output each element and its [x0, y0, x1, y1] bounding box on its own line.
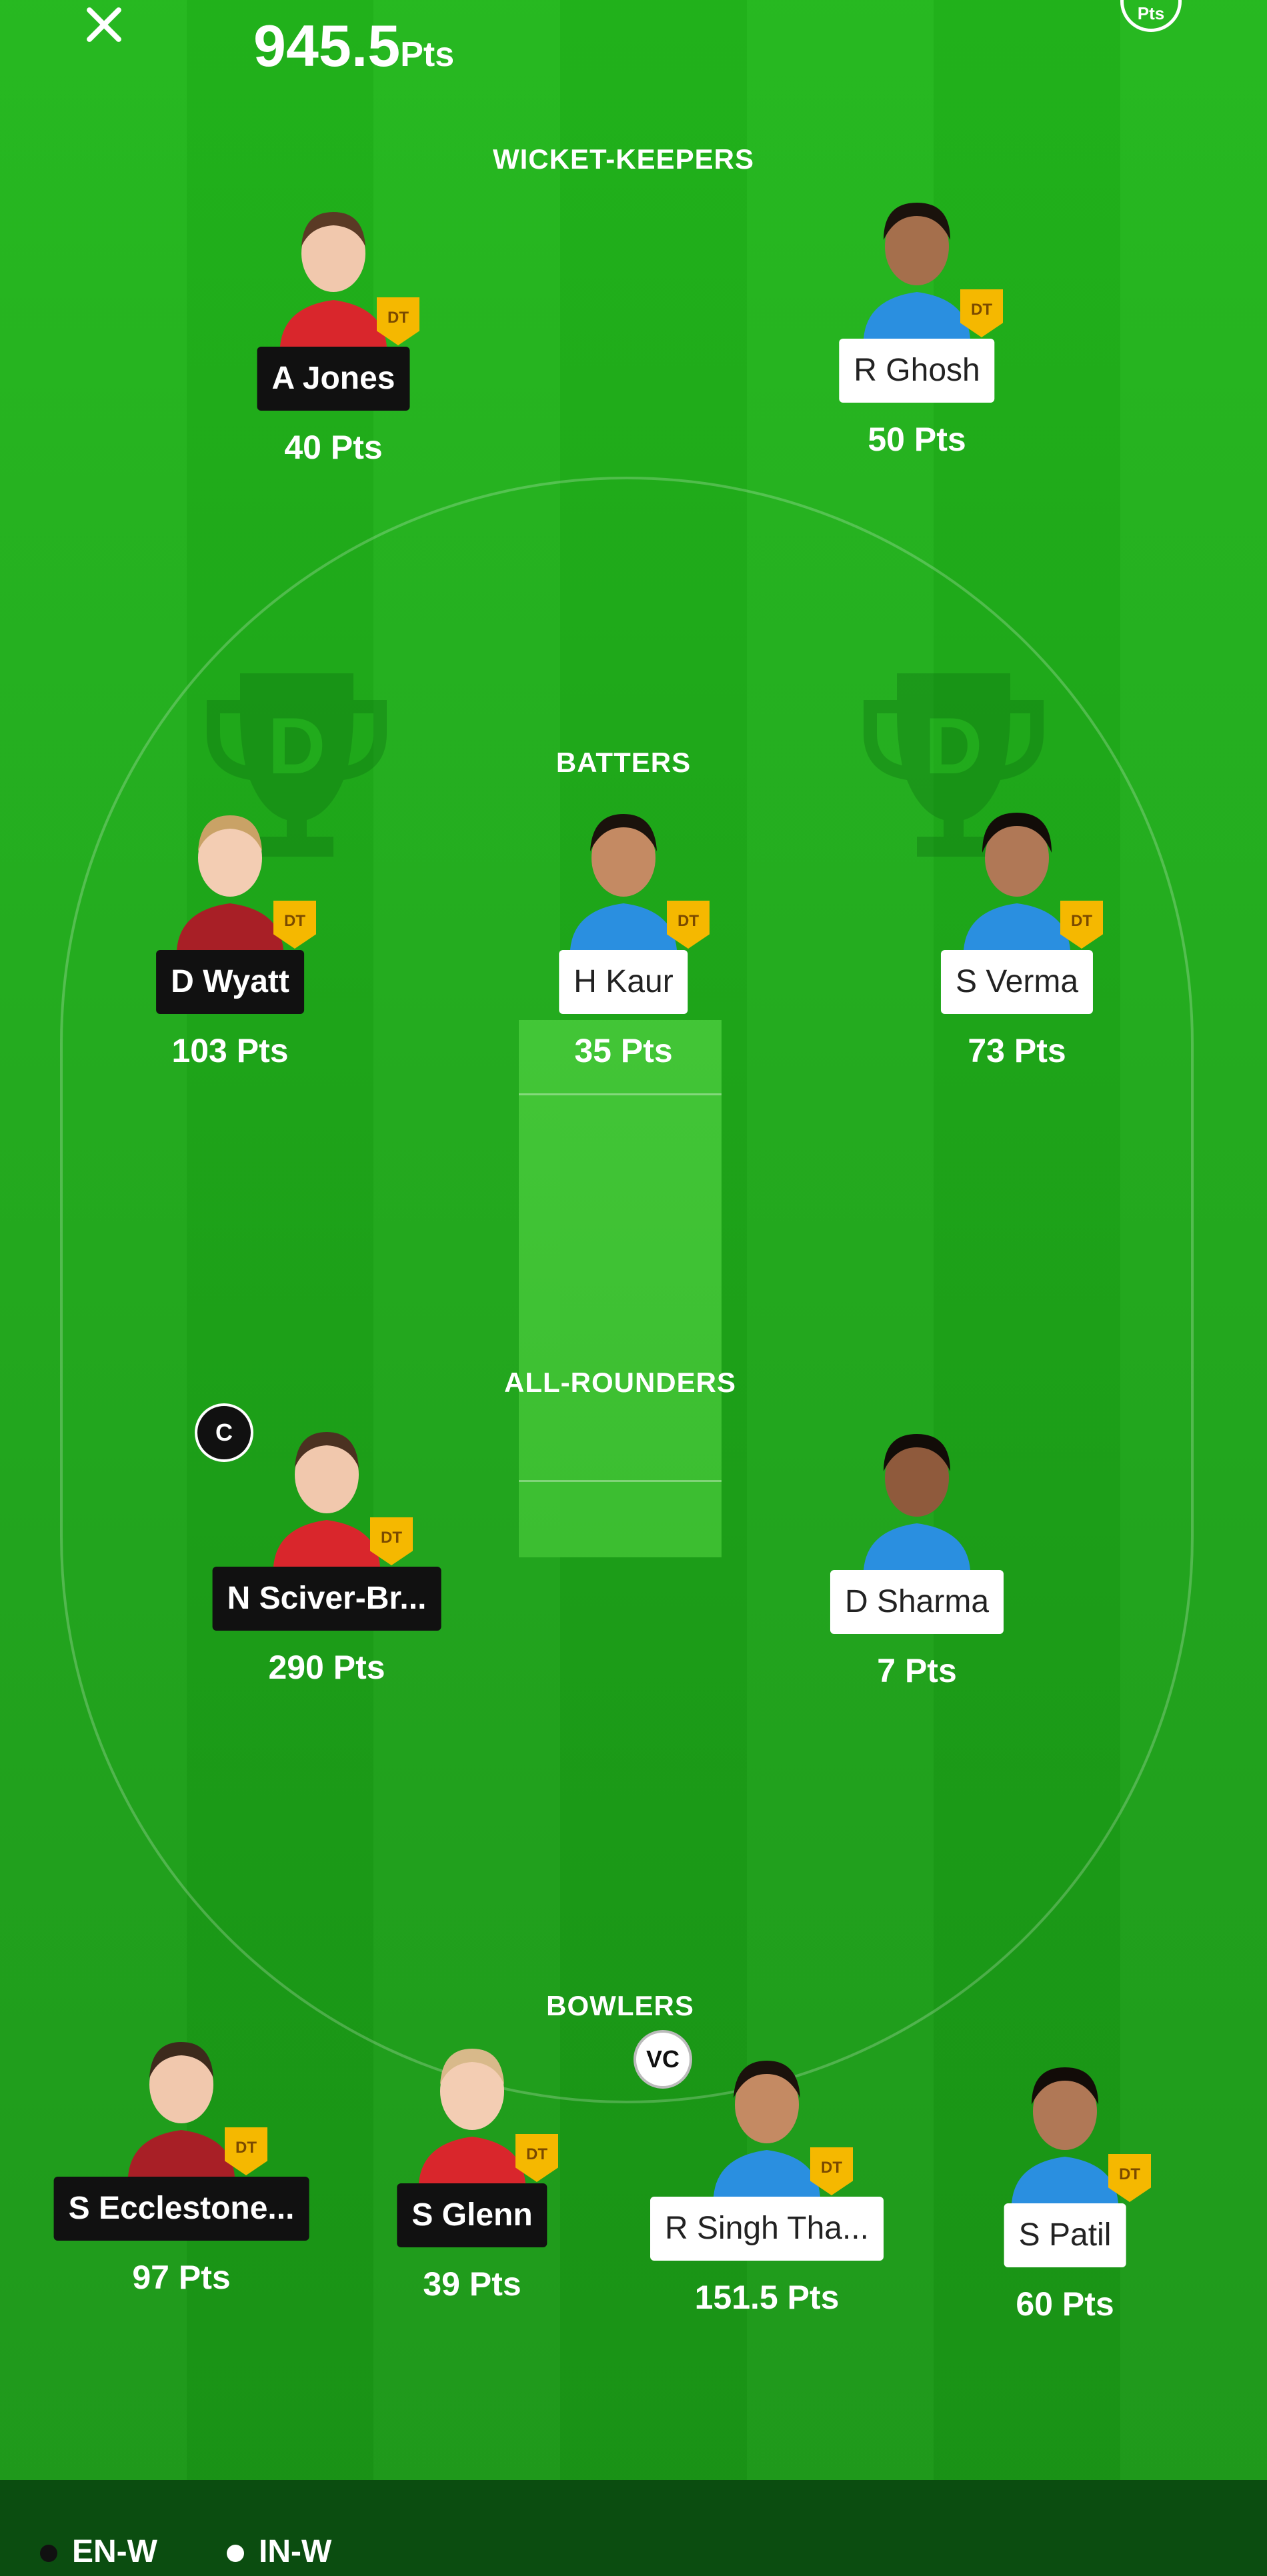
player-name: R Ghosh — [839, 339, 995, 403]
team-color-dot — [227, 2545, 244, 2563]
player-avatar — [128, 2042, 235, 2177]
vice-captain-badge: VC — [634, 2030, 692, 2089]
player-name: S Ecclestone... — [53, 2177, 309, 2241]
captain-badge: C — [195, 1403, 253, 1462]
player-card-s-glenn[interactable]: DT S Glenn 39 Pts — [325, 2043, 619, 2310]
player-points: 73 Pts — [968, 1032, 1066, 1069]
section-bowlers: BOWLERS — [546, 1990, 694, 2021]
player-avatar — [964, 813, 1070, 950]
player-name: H Kaur — [559, 950, 688, 1014]
player-card-s-ecclestone[interactable]: DT S Ecclestone... 97 Pts — [35, 2037, 328, 2303]
section-all-rounders: ALL-ROUNDERS — [504, 1367, 736, 1398]
team-legend-label: IN-W — [259, 2534, 332, 2569]
team-legend-label: EN-W — [72, 2534, 157, 2569]
player-avatar — [714, 2061, 820, 2197]
player-card-d-sharma[interactable]: D Sharma 7 Pts — [770, 1430, 1064, 1697]
player-avatar — [419, 2049, 525, 2183]
player-points: 7 Pts — [877, 1652, 957, 1689]
player-card-r-singh-thakur[interactable]: DT R Singh Tha... 151.5 Pts — [620, 2057, 914, 2323]
player-name: S Verma — [940, 950, 1094, 1014]
close-icon[interactable] — [75, 0, 135, 47]
cricket-pitch — [519, 1020, 722, 1557]
points-toggle-button[interactable]: Pts — [1120, 0, 1182, 32]
player-points: 290 Pts — [268, 1649, 385, 1686]
player-points: 151.5 Pts — [694, 2279, 840, 2316]
pitch-crease-bottom — [519, 1480, 722, 1482]
section-batters: BATTERS — [555, 747, 692, 778]
player-points: 97 Pts — [132, 2259, 231, 2296]
player-card-h-kaur[interactable]: DT H Kaur 35 Pts — [477, 810, 770, 1077]
player-name: S Glenn — [397, 2183, 547, 2247]
player-points: 60 Pts — [1016, 2285, 1114, 2323]
player-card-s-verma[interactable]: DT S Verma 73 Pts — [870, 810, 1164, 1077]
player-name: R Singh Tha... — [650, 2197, 884, 2261]
player-points: 40 Pts — [284, 429, 383, 466]
player-card-n-sciver-brunt[interactable]: DT N Sciver-Br... 290 Pts — [180, 1427, 473, 1693]
top-bar: 945.5Pts Pts — [0, 0, 1267, 80]
section-wicket-keepers: WICKET-KEEPERS — [492, 143, 755, 175]
player-avatar — [864, 1434, 970, 1570]
player-avatar — [177, 815, 283, 950]
player-avatar — [570, 814, 677, 950]
svg-text:D: D — [268, 701, 326, 791]
player-points: 35 Pts — [574, 1032, 673, 1069]
player-name: S Patil — [1004, 2203, 1126, 2267]
player-name: A Jones — [257, 347, 410, 411]
player-avatar — [280, 212, 387, 347]
player-name: N Sciver-Br... — [212, 1567, 441, 1631]
player-points: 50 Pts — [868, 421, 966, 458]
total-points-unit: Pts — [400, 35, 455, 74]
player-avatar — [864, 203, 970, 339]
player-points: 39 Pts — [423, 2265, 521, 2303]
pitch-crease-top — [519, 1093, 722, 1095]
team-color-dot — [40, 2545, 57, 2563]
player-points: 103 Pts — [171, 1032, 289, 1069]
svg-text:D: D — [925, 701, 983, 791]
team-legend-bar — [0, 2480, 1267, 2576]
player-avatar — [273, 1432, 380, 1567]
player-card-s-patil[interactable]: DT S Patil 60 Pts — [918, 2063, 1212, 2330]
total-points-value: 945.5 — [253, 13, 401, 79]
player-card-d-wyatt[interactable]: DT D Wyatt 103 Pts — [83, 810, 377, 1077]
player-card-r-ghosh[interactable]: DT R Ghosh 50 Pts — [770, 199, 1064, 465]
player-name: D Wyatt — [156, 950, 304, 1014]
team-legend-in-w: IN-W — [227, 2533, 331, 2570]
total-points: 945.5Pts — [253, 12, 454, 80]
team-legend-en-w: EN-W — [40, 2533, 157, 2570]
player-card-a-jones[interactable]: DT A Jones 40 Pts — [187, 207, 480, 473]
player-name: D Sharma — [830, 1570, 1004, 1634]
player-avatar — [1012, 2067, 1118, 2203]
